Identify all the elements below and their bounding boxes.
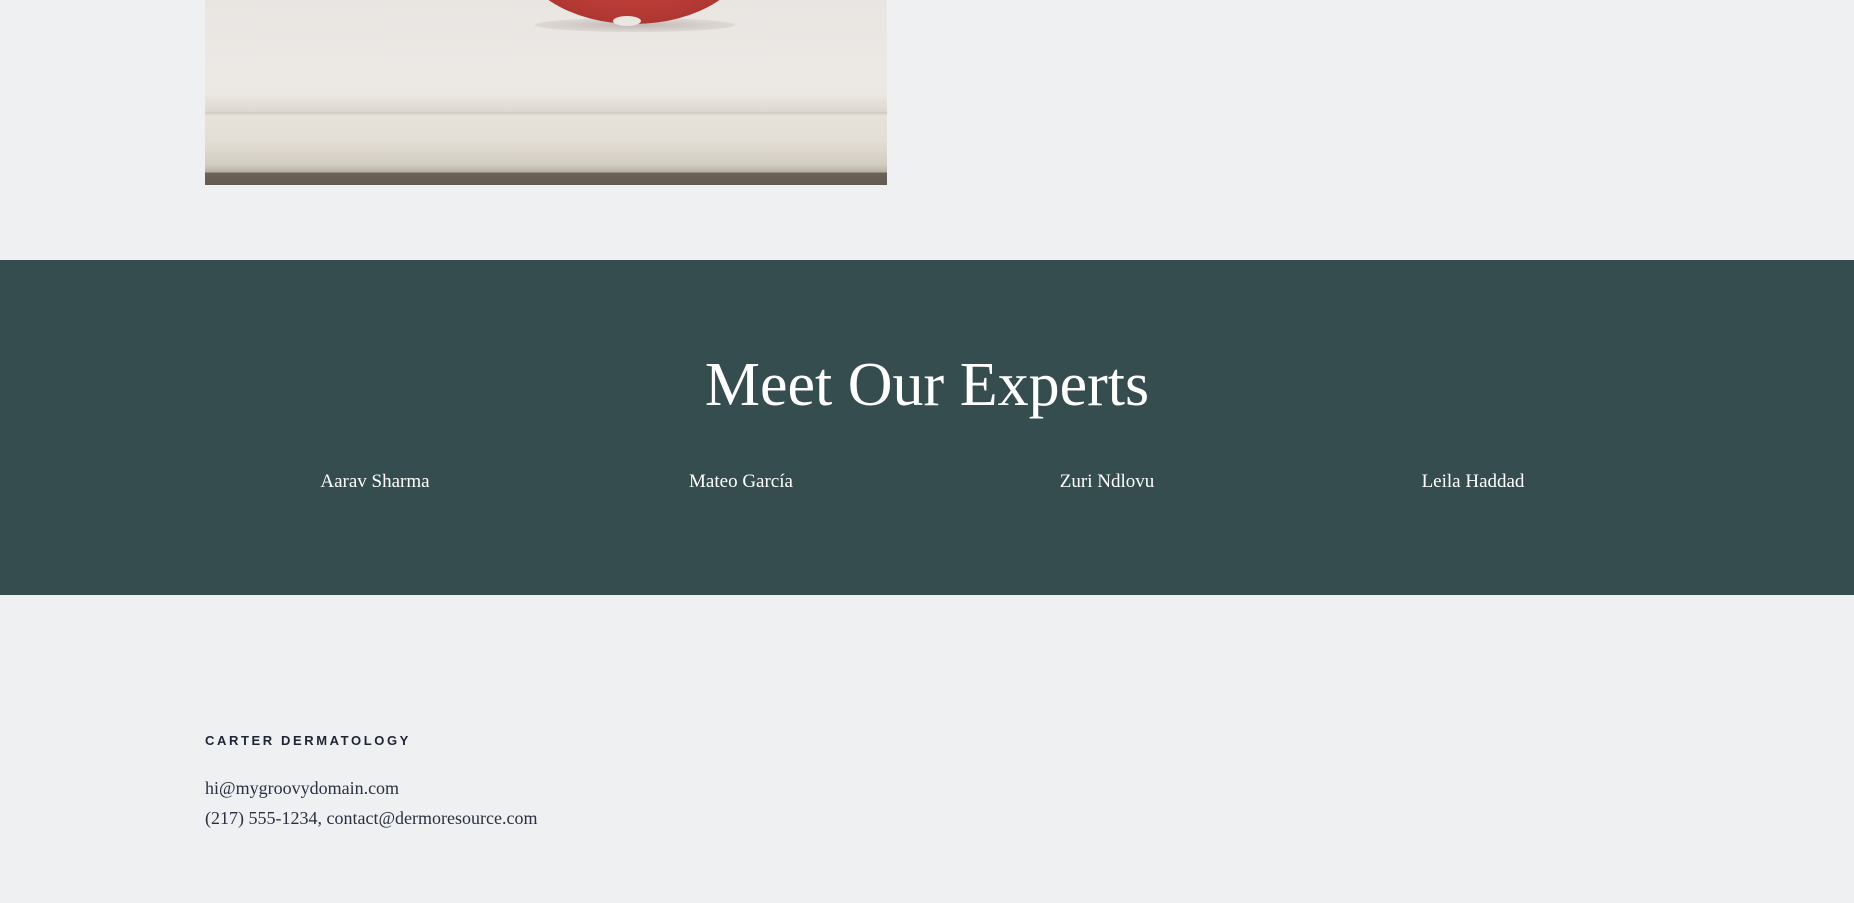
expert-name: Zuri Ndlovu bbox=[1059, 471, 1155, 492]
footer-email[interactable]: hi@mygroovydomain.com bbox=[205, 779, 399, 797]
expert-name: Mateo García bbox=[689, 471, 793, 492]
experts-section: Meet Our Experts Aarav Sharma Mateo Garc… bbox=[0, 260, 1854, 595]
expert-name: Leila Haddad bbox=[1421, 471, 1525, 492]
footer-contact[interactable]: (217) 555-1234, contact@dermoresource.co… bbox=[205, 809, 537, 827]
experts-heading: Meet Our Experts bbox=[704, 351, 1150, 419]
surface-edge bbox=[205, 112, 887, 115]
footer-brand-name: CARTER DERMATOLOGY bbox=[205, 733, 411, 748]
product-image bbox=[205, 0, 887, 185]
expert-name: Aarav Sharma bbox=[320, 471, 430, 492]
